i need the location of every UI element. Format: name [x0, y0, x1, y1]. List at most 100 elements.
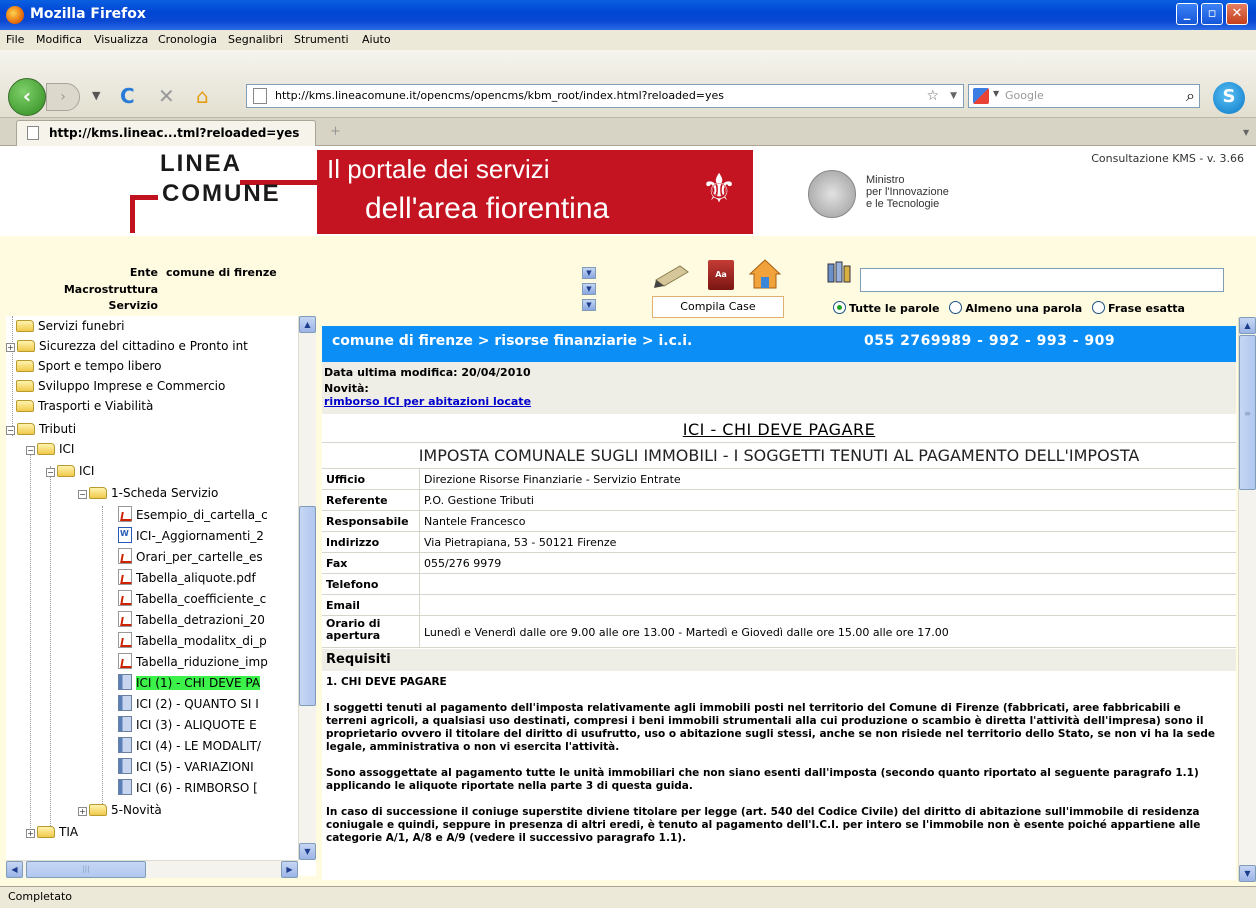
tree-item[interactable]: Trasporti e Viabilità — [16, 396, 153, 416]
macrostruttura-select[interactable] — [162, 283, 594, 298]
skype-icon[interactable]: S — [1213, 82, 1245, 114]
search-box[interactable]: ▼ Google ⌕ — [968, 84, 1200, 108]
tree-file[interactable]: Esempio_di_cartella_c — [118, 505, 268, 525]
scroll-thumb[interactable] — [299, 506, 316, 706]
tree-item[interactable]: Servizi funebri — [16, 316, 125, 336]
maximize-button[interactable]: ▫ — [1201, 3, 1223, 25]
compila-case-button[interactable]: Compila Case — [652, 296, 784, 318]
tree-file[interactable]: Tabella_detrazioni_20 — [118, 610, 265, 630]
tree-file[interactable]: Tabella_aliquote.pdf — [118, 568, 256, 588]
kms-search-input[interactable] — [860, 268, 1224, 292]
new-tab-button[interactable]: + — [330, 124, 341, 139]
bookmark-star-icon[interactable]: ☆ — [926, 85, 939, 107]
news-link[interactable]: rimborso ICI per abitazioni locate — [324, 395, 531, 408]
tab-list-icon[interactable]: ▼ — [1243, 128, 1249, 137]
tree-file[interactable]: Tabella_riduzione_imp — [118, 652, 268, 672]
search-engine-icon[interactable] — [973, 88, 989, 104]
tree-horizontal-scrollbar[interactable]: ◀ ||| ▶ — [6, 860, 298, 878]
tree-item-label: Sport e tempo libero — [38, 359, 162, 373]
tree-item[interactable]: − 1-Scheda Servizio — [78, 483, 218, 503]
scroll-thumb[interactable]: ≡ — [1239, 335, 1256, 490]
expand-icon[interactable]: + — [26, 829, 35, 838]
tree-item[interactable]: − ICI — [26, 439, 74, 459]
tree-file[interactable]: ICI-_Aggiornamenti_2 — [118, 526, 264, 546]
minimize-button[interactable]: _ — [1176, 3, 1198, 25]
tree-item[interactable]: + TIA — [26, 822, 78, 842]
menu-visualizza[interactable]: Visualizza — [94, 33, 148, 46]
pencil-icon[interactable] — [654, 262, 690, 288]
radio-frase-esatta[interactable]: Frase esatta — [1092, 301, 1185, 315]
back-button[interactable]: ‹ — [8, 78, 46, 116]
expand-icon[interactable]: + — [6, 343, 15, 352]
menu-aiuto[interactable]: Aiuto — [362, 33, 391, 46]
field-value: P.O. Gestione Tributi — [424, 494, 534, 507]
tree-item[interactable]: ICI (4) - LE MODALIT/ — [118, 736, 261, 756]
menu-strumenti[interactable]: Strumenti — [294, 33, 349, 46]
forward-button[interactable]: › — [46, 83, 80, 111]
collapse-icon[interactable]: − — [6, 426, 15, 435]
scroll-up-icon[interactable]: ▲ — [1239, 317, 1256, 334]
menu-modifica[interactable]: Modifica — [36, 33, 82, 46]
tree-item[interactable]: + Sicurezza del cittadino e Pronto int — [6, 336, 248, 356]
tree-item[interactable]: Sviluppo Imprese e Commercio — [16, 376, 225, 396]
breadcrumb[interactable]: comune di firenze > risorse finanziarie … — [332, 333, 692, 349]
column-divider — [419, 532, 420, 552]
pdf-icon — [118, 611, 132, 627]
tree-file[interactable]: Tabella_coefficiente_c — [118, 589, 266, 609]
folder-icon — [16, 400, 34, 412]
macrostruttura-label: Macrostruttura — [63, 283, 158, 296]
content-vertical-scrollbar[interactable]: ▲ ≡ ▼ — [1238, 317, 1256, 882]
tree-item[interactable]: − ICI — [46, 461, 94, 481]
requisiti-paragraph: In caso di successione il coniuge supers… — [326, 806, 1201, 844]
radio-tutte-le-parole[interactable]: Tutte le parole — [833, 301, 940, 315]
search-icon[interactable]: ⌕ — [1186, 86, 1195, 106]
scroll-up-icon[interactable]: ▲ — [299, 316, 316, 333]
banner-line2: dell'area fiorentina — [365, 192, 610, 225]
collapse-icon[interactable]: − — [46, 468, 55, 477]
home-icon[interactable]: ⌂ — [196, 84, 209, 108]
servizio-select[interactable] — [162, 299, 594, 314]
tree-item[interactable]: ICI (3) - ALIQUOTE E — [118, 715, 257, 735]
scroll-right-icon[interactable]: ▶ — [281, 861, 298, 878]
menu-segnalibri[interactable]: Segnalibri — [228, 33, 283, 46]
scroll-down-icon[interactable]: ▼ — [299, 843, 316, 860]
tree-item[interactable]: ICI (5) - VARIAZIONI — [118, 757, 254, 777]
linea-comune-logo[interactable]: LINEA COMUNE — [130, 150, 318, 233]
scroll-left-icon[interactable]: ◀ — [6, 861, 23, 878]
tree-file[interactable]: Tabella_modalitx_di_p — [118, 631, 267, 651]
tree-item-label: Sviluppo Imprese e Commercio — [38, 379, 226, 393]
ente-dropdown-icon[interactable]: ▼ — [582, 267, 596, 279]
url-dropdown-icon[interactable]: ▼ — [950, 85, 957, 107]
history-dropdown-icon[interactable]: ▼ — [92, 84, 100, 108]
ente-select[interactable]: comune di firenze — [162, 266, 594, 281]
collapse-icon[interactable]: − — [78, 490, 87, 499]
tab-current[interactable]: http://kms.lineac...tml?reloaded=yes — [16, 120, 316, 146]
tree-item[interactable]: Sport e tempo libero — [16, 356, 161, 376]
tree-item[interactable]: ICI (6) - RIMBORSO [ — [118, 778, 258, 798]
radio-label: Frase esatta — [1108, 302, 1185, 315]
tree-item[interactable]: − Tributi — [6, 419, 76, 439]
servizio-dropdown-icon[interactable]: ▼ — [582, 299, 596, 311]
menu-cronologia[interactable]: Cronologia — [158, 33, 217, 46]
radio-selected-icon — [833, 301, 846, 314]
radio-almeno-una-parola[interactable]: Almeno una parola — [949, 301, 1082, 315]
stop-icon[interactable]: ✕ — [158, 84, 175, 108]
tree-vertical-scrollbar[interactable]: ▲ ▼ — [298, 316, 316, 860]
binoculars-icon[interactable] — [826, 260, 852, 286]
scroll-down-icon[interactable]: ▼ — [1239, 865, 1256, 882]
search-engine-dropdown-icon[interactable]: ▼ — [993, 89, 999, 98]
home-page-icon[interactable] — [748, 258, 782, 290]
book-icon[interactable]: Aa — [708, 260, 734, 290]
collapse-icon[interactable]: − — [26, 446, 35, 455]
menu-file[interactable]: File — [6, 33, 24, 46]
reload-icon[interactable]: C — [120, 84, 135, 108]
tree-item[interactable]: +5-Novità — [78, 800, 162, 820]
tree-item-selected[interactable]: ICI (1) - CHI DEVE PA — [118, 673, 261, 693]
close-button[interactable]: ✕ — [1226, 3, 1248, 25]
expand-icon[interactable]: + — [78, 807, 87, 816]
scroll-thumb[interactable]: ||| — [26, 861, 146, 878]
url-bar[interactable]: http://kms.lineacomune.it/opencms/opencm… — [246, 84, 964, 108]
tree-file[interactable]: Orari_per_cartelle_es — [118, 547, 263, 567]
macrostruttura-dropdown-icon[interactable]: ▼ — [582, 283, 596, 295]
tree-item[interactable]: ICI (2) - QUANTO SI I — [118, 694, 259, 714]
